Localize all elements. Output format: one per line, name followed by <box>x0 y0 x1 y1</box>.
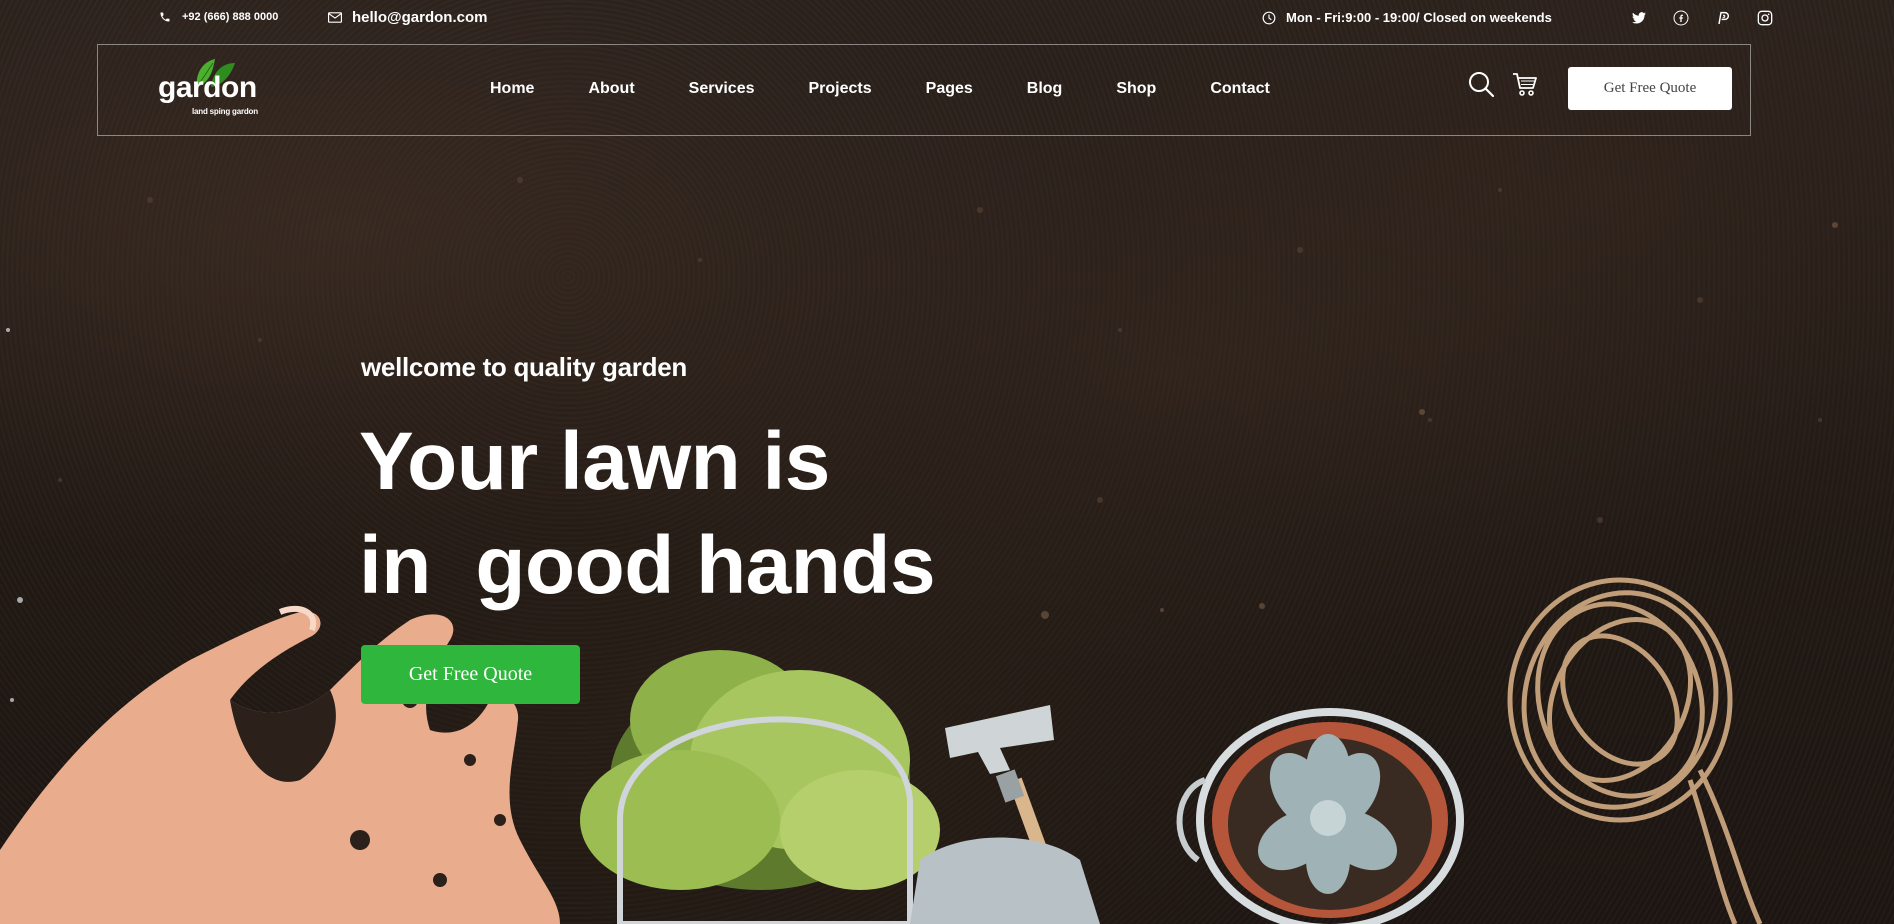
hero-background <box>0 0 1894 924</box>
hero-title-line-2: in good hands <box>359 520 936 611</box>
social-links <box>1630 9 1774 27</box>
brand-logo[interactable]: gardon land sping gardon <box>158 59 278 123</box>
clock-icon <box>1262 11 1276 25</box>
hero-title-line-1: Your lawn is <box>359 416 830 507</box>
brand-tagline: land sping gardon <box>192 107 258 116</box>
nav-services[interactable]: Services <box>662 80 782 98</box>
facebook-icon[interactable] <box>1672 9 1690 27</box>
email-contact[interactable]: hello@gardon.com <box>328 9 487 26</box>
get-quote-button-nav[interactable]: Get Free Quote <box>1568 67 1732 110</box>
nav-actions <box>1466 69 1554 99</box>
nav-about[interactable]: About <box>561 80 661 98</box>
top-info-bar: +92 (666) 888 0000 hello@gardon.com Mon … <box>0 0 1894 40</box>
instagram-icon[interactable] <box>1756 9 1774 27</box>
phone-icon <box>158 10 172 24</box>
phone-number: +92 (666) 888 0000 <box>182 11 279 23</box>
brand-name: gardon <box>158 71 257 104</box>
opening-hours: Mon - Fri:9:00 - 19:00/ Closed on weeken… <box>1262 10 1552 25</box>
envelope-icon <box>328 11 342 25</box>
email-address: hello@gardon.com <box>352 9 488 26</box>
hours-text: Mon - Fri:9:00 - 19:00/ Closed on weeken… <box>1286 10 1552 25</box>
nav-contact[interactable]: Contact <box>1183 80 1297 98</box>
nav-home[interactable]: Home <box>463 80 561 98</box>
search-icon[interactable] <box>1466 69 1496 99</box>
nav-projects[interactable]: Projects <box>782 80 899 98</box>
nav-pages[interactable]: Pages <box>899 80 1000 98</box>
get-quote-button-hero[interactable]: Get Free Quote <box>361 645 580 704</box>
primary-menu: Home About Services Projects Pages Blog … <box>463 80 1297 98</box>
main-navbar: gardon land sping gardon Home About Serv… <box>97 44 1751 136</box>
nav-blog[interactable]: Blog <box>1000 80 1090 98</box>
nav-shop[interactable]: Shop <box>1089 80 1183 98</box>
cart-icon[interactable] <box>1510 69 1540 99</box>
hero-title: Your lawn is in good hands <box>359 410 936 618</box>
twitter-icon[interactable] <box>1630 9 1648 27</box>
hero-subtitle: wellcome to quality garden <box>361 352 687 382</box>
phone-contact[interactable]: +92 (666) 888 0000 <box>158 10 278 24</box>
pinterest-icon[interactable] <box>1714 9 1732 27</box>
